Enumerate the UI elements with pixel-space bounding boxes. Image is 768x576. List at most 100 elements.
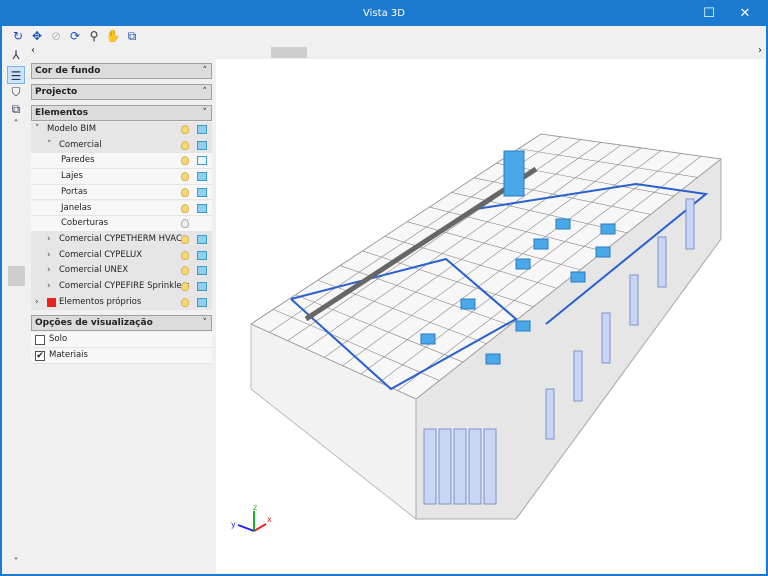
materials-checkbox[interactable]: ✔ xyxy=(35,351,45,361)
pan-hand-icon[interactable]: ✋ xyxy=(105,28,121,44)
tree-item[interactable]: › Comercial CYPELUX xyxy=(31,247,212,264)
window-pane xyxy=(685,198,695,250)
window-title: Vista 3D xyxy=(363,8,405,19)
close-icon: ✕ xyxy=(739,6,751,21)
display-mode-cube-icon[interactable] xyxy=(197,140,207,150)
option-solo[interactable]: Solo xyxy=(31,332,212,348)
visibility-bulb-icon[interactable] xyxy=(181,219,189,229)
close-button[interactable]: ✕ xyxy=(728,1,762,26)
visibility-bulb-icon[interactable] xyxy=(181,250,189,260)
scroll-down-icon[interactable]: ˅ xyxy=(7,554,25,572)
diffuser-unit xyxy=(515,258,531,270)
window-pane xyxy=(657,236,667,288)
tree-item[interactable]: › Comercial CYPEFIRE Sprinklers xyxy=(31,279,212,295)
visibility-bulb-icon[interactable] xyxy=(181,156,189,166)
display-mode-cube-icon[interactable] xyxy=(197,266,207,276)
display-mode-cube-icon[interactable] xyxy=(197,234,207,244)
visibility-bulb-icon[interactable] xyxy=(181,297,189,307)
display-mode-cube-icon[interactable] xyxy=(197,282,207,291)
scroll-left-icon[interactable]: ‹ xyxy=(31,45,35,56)
diffuser-unit xyxy=(515,320,531,332)
title-bar: Vista 3D ☐ ✕ xyxy=(2,1,766,26)
tree-item-label: Comercial UNEX xyxy=(59,265,129,276)
scroll-right-icon[interactable]: › xyxy=(758,45,762,56)
rotate-icon[interactable]: ⟳ xyxy=(67,28,83,44)
section-title: Cor de fundo xyxy=(35,66,101,76)
horizontal-scrollbar[interactable]: ‹ › xyxy=(29,45,766,59)
tree-item[interactable]: Paredes xyxy=(31,153,212,170)
option-label: Solo xyxy=(49,334,68,344)
building-model-3d[interactable]: x z y xyxy=(216,59,765,573)
tree-item[interactable]: ˅ Comercial xyxy=(31,137,212,154)
diffuser-unit xyxy=(600,223,616,235)
collapse-chevron-icon[interactable]: ˅ xyxy=(47,138,52,153)
display-mode-cube-icon[interactable] xyxy=(197,172,207,182)
display-mode-cube-icon[interactable] xyxy=(197,156,207,166)
visibility-bulb-icon[interactable] xyxy=(181,125,189,134)
tree-item-label: Janelas xyxy=(61,202,92,213)
expand-chevron-icon[interactable]: › xyxy=(47,263,51,278)
section-elements[interactable]: Elementos ˅ xyxy=(31,105,212,121)
3d-viewport[interactable]: x z y xyxy=(216,59,765,573)
expand-chevron-icon[interactable]: › xyxy=(35,295,39,310)
y-axis-label: y xyxy=(231,520,236,529)
visibility-bulb-icon[interactable] xyxy=(181,172,189,182)
display-mode-cube-icon[interactable] xyxy=(197,297,207,307)
shield-icon[interactable]: ⛉ xyxy=(7,83,25,101)
diffuser-unit xyxy=(555,218,571,230)
visibility-bulb-icon[interactable] xyxy=(181,282,189,291)
tree-item[interactable]: › Comercial CYPETHERM HVAC xyxy=(31,231,212,248)
tree-item[interactable]: Coberturas xyxy=(31,216,212,232)
visibility-bulb-icon[interactable] xyxy=(181,187,189,197)
expand-chevron-icon[interactable]: › xyxy=(47,248,51,263)
tree-item-label: Modelo BIM xyxy=(47,124,97,134)
option-label: Materiais xyxy=(49,350,88,360)
display-mode-cube-icon[interactable] xyxy=(197,187,207,197)
diffuser-unit xyxy=(570,271,586,283)
solo-checkbox[interactable] xyxy=(35,335,45,345)
tree-item-label: Coberturas xyxy=(61,218,109,229)
orbit-icon[interactable]: ↻ xyxy=(10,28,26,44)
tree-item-label: Comercial CYPELUX xyxy=(59,249,143,260)
axes-gizmo: x z y xyxy=(231,503,272,532)
zoom-previous-icon[interactable]: ⊘ xyxy=(48,28,64,44)
horizontal-scrollbar-thumb[interactable] xyxy=(271,47,307,58)
export-view-icon[interactable]: ⧉ xyxy=(124,28,140,44)
window-pane xyxy=(545,388,555,440)
toolbar: ↻ ✥ ⊘ ⟳ ⚲ ✋ ⧉ xyxy=(2,26,766,46)
display-mode-cube-icon[interactable] xyxy=(197,203,207,213)
scroll-up-icon[interactable]: ˄ xyxy=(7,116,25,134)
option-materials[interactable]: ✔ Materiais xyxy=(31,348,212,364)
expand-chevron-icon[interactable]: › xyxy=(47,232,51,247)
expand-chevron-icon[interactable]: › xyxy=(47,279,51,294)
diffuser-unit xyxy=(420,333,436,345)
tree-item[interactable]: Janelas xyxy=(31,200,212,217)
tree-item[interactable]: › Comercial UNEX xyxy=(31,263,212,279)
maximize-icon: ☐ xyxy=(703,6,715,21)
section-background-color[interactable]: Cor de fundo ˄ xyxy=(31,63,212,79)
section-view-options[interactable]: Opções de visualização ˅ xyxy=(31,315,212,331)
window-pane xyxy=(629,274,639,326)
zoom-extents-icon[interactable]: ✥ xyxy=(29,28,45,44)
collapse-chevron-icon[interactable]: ˅ xyxy=(35,122,40,137)
display-mode-cube-icon[interactable] xyxy=(197,250,207,260)
diffuser-unit xyxy=(460,298,476,310)
visibility-bulb-icon[interactable] xyxy=(181,140,189,150)
display-mode-cube-icon[interactable] xyxy=(197,125,207,134)
tree-item[interactable]: ˅ Modelo BIM xyxy=(31,122,212,138)
zoom-window-icon[interactable]: ⚲ xyxy=(86,28,102,44)
tree-item[interactable]: › Elementos próprios xyxy=(31,294,212,311)
axes-icon[interactable]: ⅄ xyxy=(7,46,25,64)
tree-item[interactable]: Lajes xyxy=(31,169,212,185)
window-pane xyxy=(483,428,497,505)
maximize-button[interactable]: ☐ xyxy=(692,1,726,26)
tree-item[interactable]: Portas xyxy=(31,184,212,201)
visibility-bulb-icon[interactable] xyxy=(181,203,189,213)
layers-icon[interactable]: ☰ xyxy=(7,66,25,84)
tree-item-label: Comercial xyxy=(59,139,102,150)
section-project[interactable]: Projecto ˄ xyxy=(31,84,212,100)
visibility-bulb-icon[interactable] xyxy=(181,266,189,276)
vertical-scrollbar-thumb[interactable] xyxy=(8,266,25,286)
section-title: Opções de visualização xyxy=(35,318,153,328)
visibility-bulb-icon[interactable] xyxy=(181,234,189,244)
